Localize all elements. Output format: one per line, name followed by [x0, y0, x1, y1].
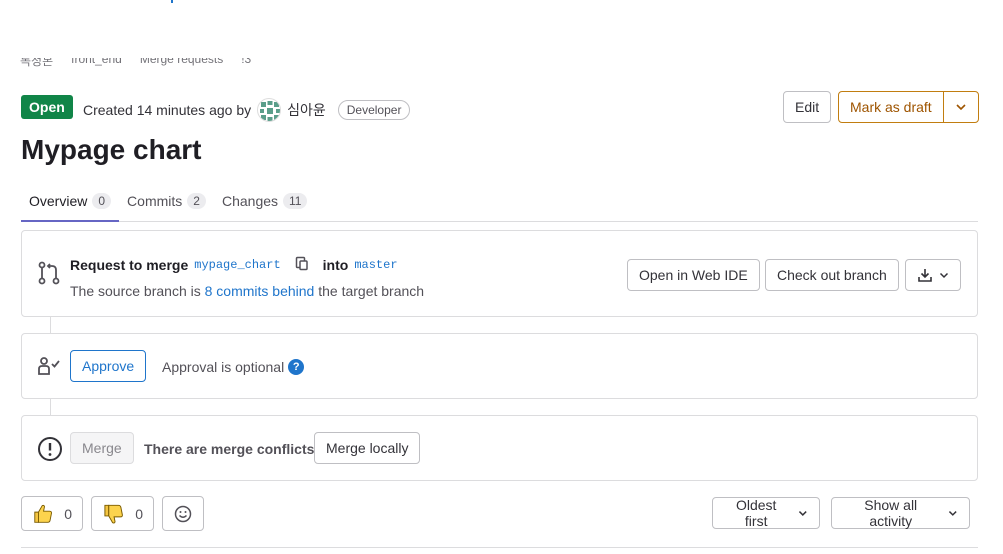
status-badge: Open [21, 95, 73, 119]
add-reaction-button[interactable] [162, 496, 204, 531]
merge-conflicts-message: There are merge conflicts [144, 441, 315, 457]
tab-overview[interactable]: Overview 0 [21, 181, 120, 222]
top-link-fragment [171, 0, 173, 3]
branch-status-prefix: The source branch is [70, 283, 201, 299]
chevron-down-icon [939, 272, 949, 279]
merge-request-widget: Request to merge mypage_chart into maste… [21, 230, 978, 317]
approval-icon [38, 357, 60, 375]
chevron-down-icon [949, 511, 958, 516]
breadcrumb: 독정본 front_end Merge requests !3 [20, 58, 251, 74]
approve-button[interactable]: Approve [70, 350, 147, 382]
chevron-down-icon [956, 104, 966, 111]
thumbs-up-count: 0 [64, 505, 72, 522]
thumbs-down-reaction[interactable]: 0 [91, 496, 154, 531]
sort-order-label: Oldest first [735, 497, 777, 529]
into-label: into [322, 256, 349, 273]
activity-filter-dropdown[interactable]: Show all activity [831, 497, 970, 529]
branch-status-suffix: the target branch [318, 283, 425, 299]
copy-icon[interactable] [295, 255, 309, 274]
download-dropdown-button[interactable] [905, 259, 961, 291]
tab-changes[interactable]: Changes 11 [214, 181, 316, 221]
mark-as-draft-button[interactable]: Mark as draft [838, 91, 944, 123]
open-in-web-ide-button[interactable]: Open in Web IDE [627, 259, 760, 291]
more-actions-dropdown-button[interactable] [942, 91, 979, 123]
check-out-branch-button[interactable]: Check out branch [765, 259, 899, 291]
merge-request-line: Request to merge mypage_chart into maste… [70, 255, 398, 274]
help-icon[interactable]: ? [288, 359, 305, 375]
thumbs-down-icon [104, 504, 123, 524]
tab-label: Changes [221, 193, 279, 209]
warning-icon [38, 437, 62, 461]
thumbs-down-count: 0 [135, 505, 143, 522]
merge-request-icon [38, 261, 60, 285]
commits-behind-link[interactable]: 8 commits behind [205, 283, 315, 299]
tab-label: Commits [127, 193, 183, 209]
edit-button[interactable]: Edit [783, 91, 832, 123]
approval-status: Approval is optional ? [162, 359, 305, 375]
widget-connector [50, 399, 51, 415]
tab-count: 11 [283, 193, 308, 209]
smiley-icon [174, 505, 192, 522]
widget-connector [50, 317, 51, 333]
page-title: Mypage chart [21, 134, 202, 165]
divider [21, 547, 978, 548]
sort-order-dropdown[interactable]: Oldest first [712, 497, 820, 529]
approval-status-text: Approval is optional [162, 359, 285, 375]
author-name[interactable]: 심아윤 [287, 100, 326, 120]
created-text: Created 14 minutes ago by [83, 102, 252, 118]
merge-button[interactable]: Merge [70, 432, 134, 464]
chevron-down-icon [799, 511, 808, 516]
tab-commits[interactable]: Commits 2 [119, 181, 214, 221]
merge-conflicts-widget: Merge There are merge conflicts Merge lo… [21, 415, 978, 481]
merge-locally-button[interactable]: Merge locally [314, 432, 421, 464]
tab-count: 2 [187, 193, 206, 209]
request-to-merge-label: Request to merge [70, 256, 189, 273]
thumbs-up-reaction[interactable]: 0 [21, 496, 83, 531]
approval-widget: Approve Approval is optional ? [21, 333, 978, 399]
created-info: Created 14 minutes ago by 심아윤 Developer [83, 98, 411, 122]
download-icon [918, 269, 932, 282]
breadcrumb-item-merge-requests[interactable]: Merge requests [140, 58, 223, 68]
role-badge: Developer [337, 100, 411, 120]
target-branch-link[interactable]: master [354, 258, 397, 272]
thumbs-up-icon [34, 504, 52, 523]
activity-filter-label: Show all activity [864, 497, 918, 529]
branch-status-text: The source branch is 8 commits behind th… [70, 283, 424, 299]
breadcrumb-item-project[interactable]: front_end [71, 58, 122, 68]
tab-count: 0 [92, 193, 112, 209]
source-branch-link[interactable]: mypage_chart [194, 258, 280, 272]
breadcrumb-item-mr-id[interactable]: !3 [241, 58, 251, 68]
breadcrumb-item-group[interactable]: 독정본 [20, 58, 53, 68]
tab-label: Overview [29, 193, 88, 209]
avatar[interactable] [257, 98, 282, 122]
mr-tabs: Overview 0 Commits 2 Changes 11 [21, 181, 978, 222]
draft-button-group: Mark as draft [838, 91, 979, 123]
